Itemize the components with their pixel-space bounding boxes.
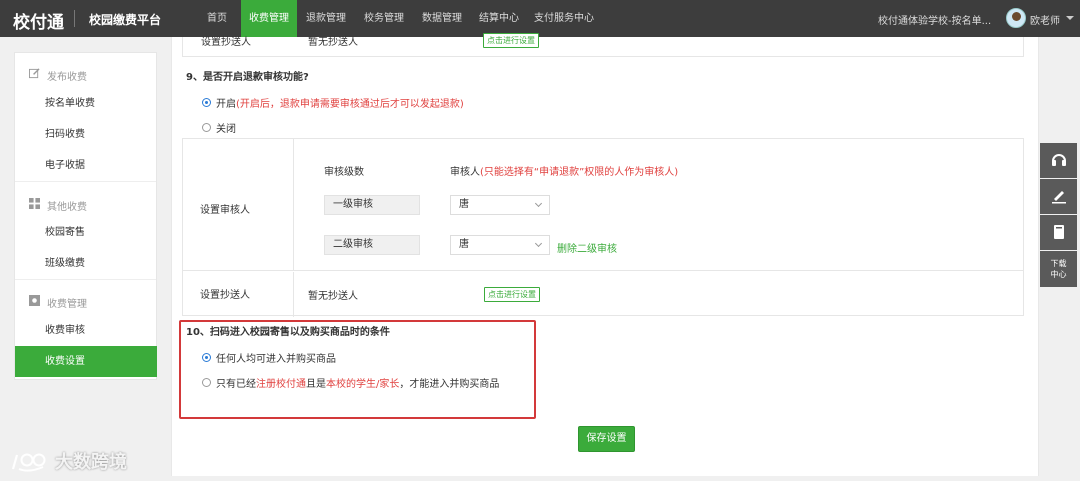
level-1-label: 一级审核: [324, 195, 420, 215]
manual-tool[interactable]: [1040, 215, 1077, 250]
cc-value: 暂无抄送人: [308, 37, 358, 48]
sidebar-item-charge-settings[interactable]: 收费设置: [15, 346, 157, 377]
radio-checked-icon[interactable]: [202, 98, 211, 107]
nav-home[interactable]: 首页: [193, 0, 241, 37]
radio-checked-icon[interactable]: [202, 353, 211, 362]
top-nav-bar: 校付通 校园缴费平台 首页 收费管理 退款管理 校务管理 数据管理 结算中心 支…: [0, 0, 1080, 37]
sidebar-group-other: 其他收费: [15, 189, 156, 220]
radio-unchecked-icon[interactable]: [202, 123, 211, 132]
radio-label: 关闭: [216, 124, 236, 135]
auditor-2-select[interactable]: 唐: [450, 235, 550, 255]
avatar[interactable]: [1006, 8, 1026, 28]
platform-title: 校园缴费平台: [89, 13, 162, 27]
username[interactable]: 欧老师: [1030, 12, 1060, 27]
chevron-down-icon[interactable]: [1066, 16, 1074, 20]
sidebar-group-label: 收费管理: [47, 299, 87, 310]
download-center-tool[interactable]: 下载中心: [1040, 251, 1077, 287]
radio-unchecked-icon[interactable]: [202, 378, 211, 387]
sidebar-group-label: 发布收费: [47, 72, 87, 83]
sidebar-divider: [15, 181, 156, 182]
save-settings-button[interactable]: 保存设置: [578, 426, 635, 452]
sidebar: 发布收费 按名单收费 扫码收费 电子收据 其他收费 校园寄售 班级缴费 收费管理…: [14, 52, 157, 380]
sidebar-item-class-fee[interactable]: 班级缴费: [15, 248, 156, 279]
cc-label: 设置抄送人: [200, 290, 250, 301]
cc-label: 设置抄送人: [201, 37, 251, 48]
radio-refund-open[interactable]: 开启 (开启后，退款申请需要审核通过后才可以发起退款): [202, 95, 464, 110]
sidebar-group-manage: 收费管理: [15, 286, 156, 317]
radio-label: 开启: [216, 99, 236, 110]
sidebar-item-scan-charge[interactable]: 扫码收费: [15, 119, 156, 150]
auditor-1-select[interactable]: 唐: [450, 195, 550, 215]
feedback-tool[interactable]: [1040, 179, 1077, 214]
sidebar-divider: [15, 279, 156, 280]
sidebar-item-list-charge[interactable]: 按名单收费: [15, 88, 156, 119]
radio-anyone[interactable]: 任何人均可进入并购买商品: [202, 350, 336, 365]
auditor-row-label: 设置审核人: [200, 205, 250, 216]
header-divider: [74, 10, 75, 27]
watermark-text: 大数跨境: [55, 452, 127, 473]
watermark-logo-icon: [11, 453, 46, 472]
grid-icon: [29, 198, 40, 209]
gear-icon: [29, 295, 40, 306]
radio-registered-only[interactable]: 只有已经 注册校付通 且是 本校的学生/家长 ，才能进入并购买商品: [202, 375, 499, 390]
set-cc-button[interactable]: 点击进行设置: [483, 33, 539, 48]
book-icon: [1053, 225, 1064, 239]
auditor-label-cell: 设置审核人: [183, 139, 294, 270]
level-2-label: 二级审核: [324, 235, 420, 255]
cc-value: 暂无抄送人: [308, 291, 358, 302]
chevron-down-icon: [534, 239, 543, 248]
pen-icon: [1051, 191, 1066, 204]
nav-school-affairs[interactable]: 校务管理: [355, 0, 413, 37]
radio-refund-close[interactable]: 关闭: [202, 120, 236, 135]
watermark: 大数跨境: [9, 448, 127, 474]
sidebar-item-consignment[interactable]: 校园寄售: [15, 217, 156, 248]
sidebar-group-label: 其他收费: [47, 202, 87, 213]
download-center-label: 下载中心: [1050, 259, 1067, 279]
nav-payment-service[interactable]: 支付服务中心: [527, 0, 601, 37]
cc-label-cell: 设置抄送人: [183, 272, 294, 317]
radio-note: (开启后，退款申请需要审核通过后才可以发起退款): [236, 99, 464, 110]
nav-settlement-center[interactable]: 结算中心: [471, 0, 527, 37]
auditor-table: 设置审核人 审核级数 审核人(只能选择有“申请退款”权限的人作为审核人) 一级审…: [182, 138, 1024, 317]
set-cc-button[interactable]: 点击进行设置: [484, 287, 540, 302]
level-header: 审核级数: [324, 167, 364, 178]
logo[interactable]: 校付通: [13, 8, 64, 33]
support-tool[interactable]: [1040, 143, 1077, 178]
chevron-down-icon: [534, 199, 543, 208]
school-name[interactable]: 校付通体验学校-按名单...: [878, 12, 991, 27]
auditor-header: 审核人(只能选择有“申请退款”权限的人作为审核人): [450, 167, 679, 178]
sidebar-item-charge-review[interactable]: 收费审核: [15, 315, 156, 346]
question-purchase-condition: 10、扫码进入校园寄售以及购买商品时的条件: [186, 327, 390, 338]
edit-icon: [29, 68, 40, 79]
sidebar-item-e-receipt[interactable]: 电子收据: [15, 150, 156, 181]
main-nav: 首页 收费管理 退款管理 校务管理 数据管理 结算中心 支付服务中心: [193, 0, 601, 37]
nav-data-management[interactable]: 数据管理: [413, 0, 471, 37]
question-refund-review: 9、是否开启退款审核功能?: [186, 72, 309, 83]
auditor-row: 设置审核人 审核级数 审核人(只能选择有“申请退款”权限的人作为审核人) 一级审…: [183, 139, 1023, 271]
sidebar-group-publish: 发布收费: [15, 59, 156, 90]
delete-level-2-link[interactable]: 删除二级审核: [557, 240, 617, 255]
nav-refund-management[interactable]: 退款管理: [297, 0, 355, 37]
cc-row-partial: 设置抄送人 暂无抄送人 点击进行设置: [182, 33, 1024, 57]
headset-icon: [1051, 154, 1066, 166]
radio-label: 任何人均可进入并购买商品: [216, 354, 336, 365]
nav-charge-management[interactable]: 收费管理: [241, 0, 297, 37]
